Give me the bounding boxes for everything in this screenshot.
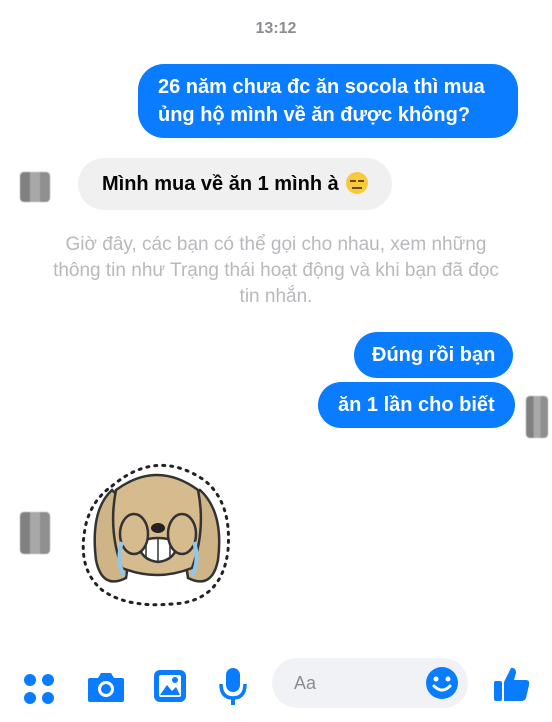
like-icon[interactable]: [492, 664, 532, 704]
seen-avatar: [526, 396, 548, 438]
microphone-icon[interactable]: [218, 666, 248, 706]
message-line: ủng hộ mình về ăn được không?: [158, 104, 471, 126]
camera-icon[interactable]: [86, 668, 126, 704]
timestamp: 13:12: [255, 20, 297, 37]
composer-toolbar: Aa: [0, 650, 552, 722]
notice-line: Giờ đây, các bạn có thể gọi cho nhau, xe…: [65, 234, 487, 255]
notice-line: thông tin như Trạng thái hoạt động và kh…: [53, 260, 499, 281]
outgoing-message[interactable]: Đúng rồi bạn: [354, 332, 514, 378]
message-text: Đúng rồi bạn: [372, 344, 496, 366]
menu-dots-icon[interactable]: [22, 672, 56, 706]
message-input-placeholder: Aa: [294, 673, 317, 693]
incoming-message[interactable]: Mình mua về ăn 1 mình à: [78, 158, 393, 210]
notice-line: tin nhắn.: [239, 286, 313, 307]
message-text: ăn 1 lần cho biết: [338, 394, 495, 416]
message-text: Mình mua về ăn 1 mình à: [102, 173, 339, 195]
outgoing-message[interactable]: 26 năm chưa đc ăn socola thì mua ủng hộ …: [138, 64, 518, 138]
emoji-icon[interactable]: [424, 665, 460, 701]
message-input[interactable]: Aa: [272, 658, 468, 708]
contact-avatar[interactable]: [20, 172, 50, 202]
system-notice: Giờ đây, các bạn có thể gọi cho nhau, xe…: [16, 232, 536, 310]
crying-dog-sticker[interactable]: [72, 450, 242, 610]
message-line: 26 năm chưa đc ăn socola thì mua: [158, 76, 485, 98]
gallery-icon[interactable]: [152, 668, 188, 704]
outgoing-message[interactable]: ăn 1 lần cho biết: [318, 382, 515, 428]
contact-avatar[interactable]: [20, 512, 50, 554]
expressionless-face-icon: [346, 172, 369, 194]
